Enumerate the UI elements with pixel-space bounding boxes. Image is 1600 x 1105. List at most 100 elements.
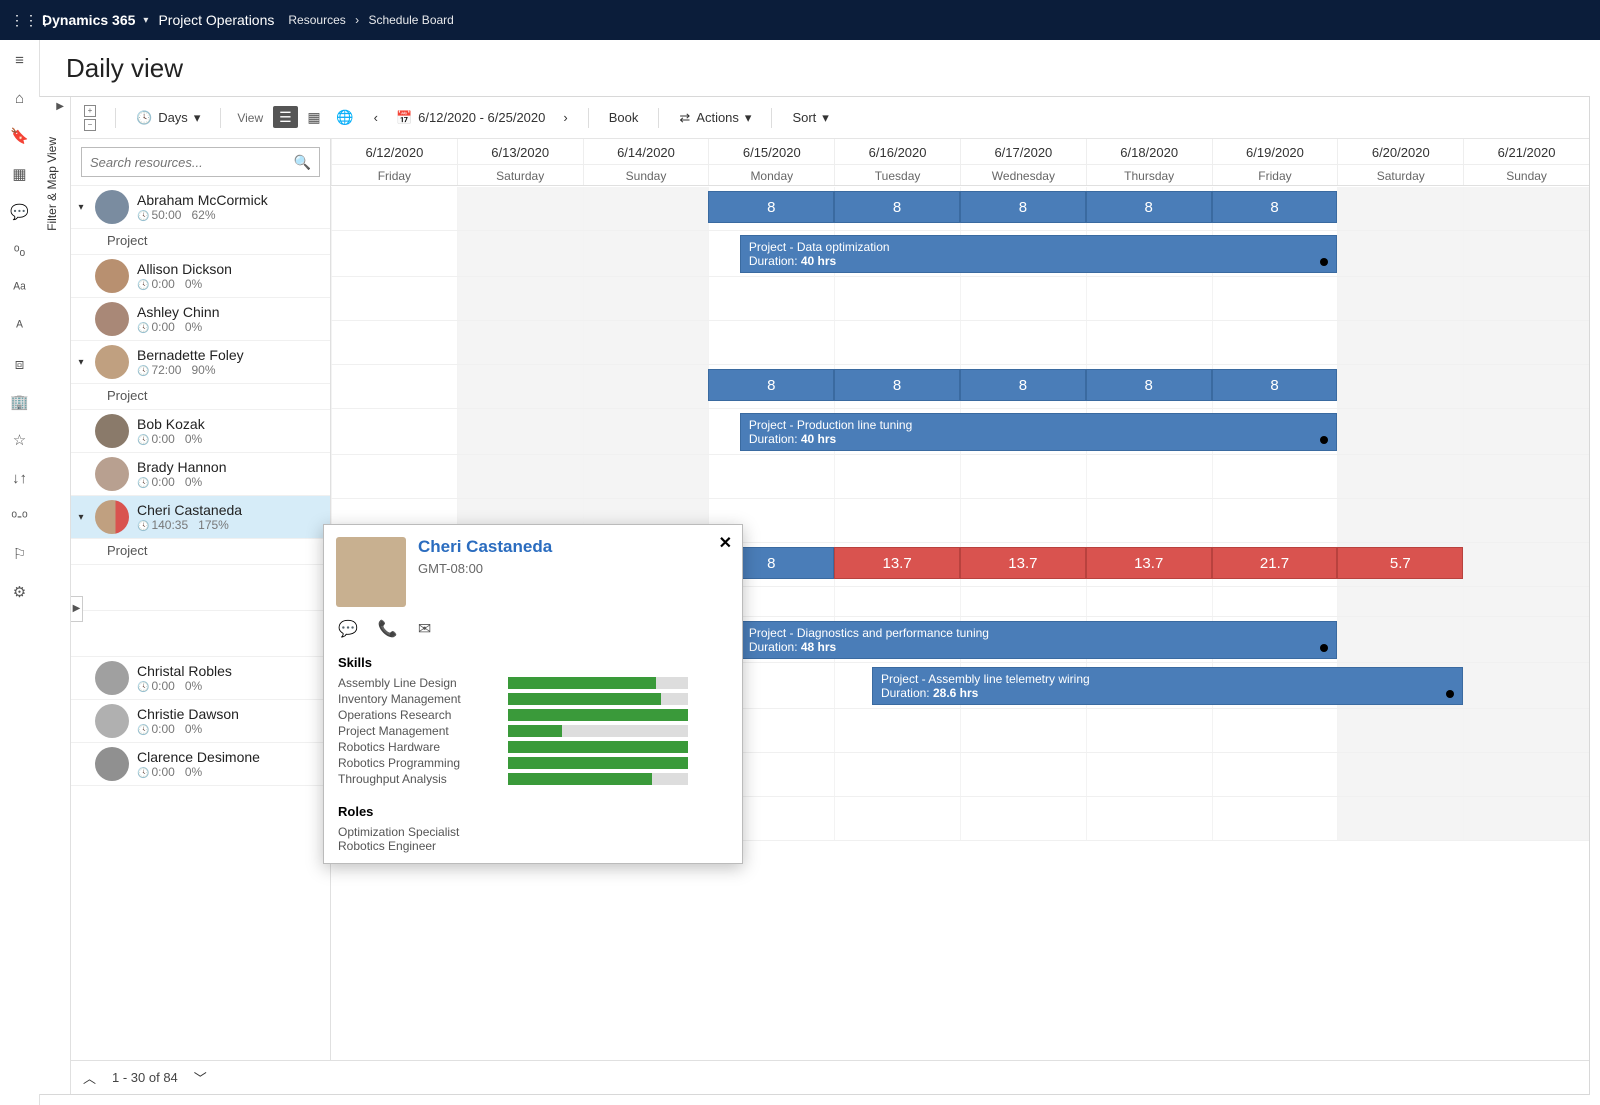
next-period[interactable]: ›: [559, 106, 571, 129]
project-subrow[interactable]: Project: [71, 229, 330, 255]
list-view-icon[interactable]: ☰: [273, 106, 298, 128]
phone-icon[interactable]: 📞: [378, 619, 398, 639]
resource-row[interactable]: Ashley Chinn 0:000%: [71, 298, 330, 341]
menu-icon[interactable]: ≡: [10, 50, 30, 70]
connect-icon[interactable]: ᵒ-ᵒ: [10, 506, 30, 526]
project-subrow[interactable]: Project: [71, 539, 330, 565]
grid-icon[interactable]: ▦: [10, 164, 30, 184]
brand[interactable]: Dynamics 365: [42, 12, 135, 28]
days-dropdown[interactable]: 🕓 Days ▾: [132, 106, 204, 130]
utilization-cell[interactable]: 8: [960, 191, 1086, 223]
util-label: 0%: [185, 432, 202, 446]
bookmark-icon[interactable]: 🔖: [10, 126, 30, 146]
resource-row[interactable]: Clarence Desimone 0:000%: [71, 743, 330, 786]
expand-toggle-icon[interactable]: ▾: [75, 202, 87, 213]
map-view-icon[interactable]: 🌐: [330, 106, 359, 128]
utilization-cell[interactable]: 8: [834, 369, 960, 401]
timeline-header-col: 6/17/2020Wednesday: [960, 139, 1086, 185]
project-subrow[interactable]: Project: [71, 384, 330, 410]
utilization-cell[interactable]: 21.7: [1212, 547, 1338, 579]
avatar: [95, 302, 129, 336]
avatar: [95, 747, 129, 781]
chevron-down-icon: ▾: [822, 110, 829, 126]
resource-row[interactable]: Allison Dickson 0:000%: [71, 255, 330, 298]
people-icon[interactable]: ᵒₒ: [10, 240, 30, 260]
booking-bar[interactable]: Project - Diagnostics and performance tu…: [740, 621, 1338, 659]
popover-name[interactable]: Cheri Castaneda: [418, 537, 552, 557]
actions-dropdown[interactable]: ⇄ Actions ▾: [675, 106, 755, 130]
breadcrumb-schedule-board[interactable]: Schedule Board: [368, 13, 453, 27]
resource-row[interactable]: Christie Dawson 0:000%: [71, 700, 330, 743]
app-launcher-icon[interactable]: ⋮⋮⋮: [10, 12, 38, 29]
panel-collapse-handle[interactable]: ▶: [71, 596, 83, 622]
utilization-cell[interactable]: 13.7: [834, 547, 960, 579]
home-icon[interactable]: ⌂: [10, 88, 30, 108]
search-box[interactable]: 🔍: [81, 147, 320, 177]
skill-row: Operations Research: [338, 708, 728, 722]
utilization-cell[interactable]: 13.7: [960, 547, 1086, 579]
utilization-cell[interactable]: 13.7: [1086, 547, 1212, 579]
star-icon[interactable]: ☆: [10, 430, 30, 450]
date-picker[interactable]: 📅 6/12/2020 - 6/25/2020: [392, 106, 549, 130]
team-icon[interactable]: ᴬᵃ: [10, 278, 30, 298]
book-button[interactable]: Book: [605, 106, 643, 129]
close-icon[interactable]: ✕: [719, 533, 732, 553]
booking-bar[interactable]: Project - Data optimizationDuration: 40 …: [740, 235, 1338, 273]
expand-toggle-icon[interactable]: ▾: [75, 357, 87, 368]
hours-label: 140:35: [137, 518, 188, 532]
chat-icon[interactable]: 💬: [10, 202, 30, 222]
flag-icon[interactable]: ⚐: [10, 544, 30, 564]
page-up-icon[interactable]: ︿: [83, 1068, 96, 1087]
collapse-icon[interactable]: ▶: [56, 101, 64, 112]
utilization-cell[interactable]: 8: [1086, 191, 1212, 223]
utilization-cell[interactable]: 8: [834, 191, 960, 223]
utilization-cell[interactable]: 8: [708, 191, 834, 223]
board-toolbar: +− 🕓 Days ▾ View ☰ ▦ 🌐 ‹ 📅 6/12/2020 - 6…: [71, 97, 1589, 139]
resource-row[interactable]: Brady Hannon 0:000%: [71, 453, 330, 496]
hours-label: 50:00: [137, 208, 181, 222]
utilization-cell[interactable]: 8: [708, 369, 834, 401]
email-icon[interactable]: ✉: [418, 619, 431, 639]
resource-name: Christal Robles: [137, 663, 232, 679]
person-icon[interactable]: ᴬ: [10, 316, 30, 336]
chevron-down-icon[interactable]: ▾: [143, 15, 148, 26]
building-icon[interactable]: 🏢: [10, 392, 30, 412]
resource-row[interactable]: Christal Robles 0:000%: [71, 657, 330, 700]
chat-icon[interactable]: 💬: [338, 619, 358, 639]
resource-row[interactable]: Bob Kozak 0:000%: [71, 410, 330, 453]
chart-icon[interactable]: ⧈: [10, 354, 30, 374]
booking-bar[interactable]: Project - Assembly line telemetry wiring…: [872, 667, 1463, 705]
breadcrumb-resources[interactable]: Resources: [288, 13, 345, 27]
popover-avatar: [336, 537, 406, 607]
resource-row[interactable]: ▾ Cheri Castaneda 140:35175%: [71, 496, 330, 539]
booking-bar[interactable]: Project - Production line tuningDuration…: [740, 413, 1338, 451]
resource-name: Brady Hannon: [137, 459, 227, 475]
page-title: Daily view: [40, 40, 1600, 96]
expand-toggle-icon[interactable]: ▾: [75, 512, 87, 523]
sort-icon[interactable]: ↓↑: [10, 468, 30, 488]
utilization-cell[interactable]: 8: [1086, 369, 1212, 401]
divider: [588, 108, 589, 128]
resource-row[interactable]: ▾ Abraham McCormick 50:0062%: [71, 186, 330, 229]
hours-label: 0:00: [137, 679, 175, 693]
utilization-cell[interactable]: 5.7: [1337, 547, 1463, 579]
filter-map-tab[interactable]: ▶ Filter & Map View: [37, 97, 71, 1094]
grid-view-icon[interactable]: ▦: [301, 106, 326, 128]
expand-collapse-all[interactable]: +−: [81, 105, 99, 131]
utilization-cell[interactable]: 8: [1212, 369, 1338, 401]
popover-header: Cheri Castaneda GMT-08:00 ✕: [324, 525, 742, 619]
utilization-cell[interactable]: 8: [1212, 191, 1338, 223]
gear-icon[interactable]: ⚙: [10, 582, 30, 602]
utilization-cell[interactable]: 8: [960, 369, 1086, 401]
resource-row[interactable]: ▾ Bernadette Foley 72:0090%: [71, 341, 330, 384]
page-down-icon[interactable]: ﹀: [194, 1068, 207, 1087]
search-input[interactable]: [90, 155, 294, 170]
search-icon[interactable]: 🔍: [294, 154, 311, 171]
schedule-grid: 🔍 ▾ Abraham McCormick 50:0062% Project A…: [71, 139, 1589, 1060]
avatar: [95, 457, 129, 491]
hours-label: 0:00: [137, 277, 175, 291]
prev-period[interactable]: ‹: [370, 106, 382, 129]
skill-name: Robotics Hardware: [338, 740, 498, 754]
skill-row: Inventory Management: [338, 692, 728, 706]
sort-dropdown[interactable]: Sort ▾: [788, 106, 832, 130]
